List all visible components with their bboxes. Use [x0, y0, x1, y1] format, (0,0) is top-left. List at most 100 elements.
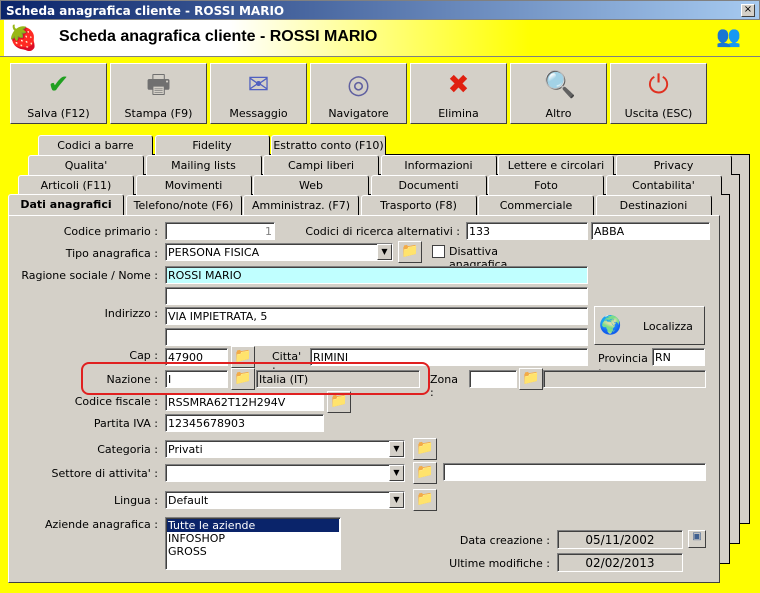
- ragione-sociale-label: Ragione sociale / Nome :: [21, 269, 158, 282]
- indirizzo-2-input[interactable]: [165, 328, 588, 346]
- codice-alternativo-1-input[interactable]: 133: [466, 222, 588, 240]
- check-icon: ✔: [47, 70, 70, 100]
- tab-fidelity[interactable]: Fidelity: [154, 135, 270, 155]
- zona-description: [543, 370, 706, 388]
- power-icon: ⏻: [648, 70, 669, 100]
- tab-articoli-f11[interactable]: Articoli (F11): [18, 175, 134, 195]
- tab-destinazioni[interactable]: Destinazioni: [595, 195, 712, 215]
- folder-lookup-button[interactable]: 📁: [413, 489, 437, 511]
- ragione-sociale-2-input[interactable]: [165, 287, 588, 305]
- tab-web[interactable]: Web: [253, 175, 369, 195]
- cap-label: Cap :: [129, 349, 158, 362]
- tab-movimenti[interactable]: Movimenti: [135, 175, 252, 195]
- highlight-annotation: [81, 362, 430, 395]
- chevron-down-icon[interactable]: ▼: [389, 492, 404, 508]
- tab-amministraz-f7[interactable]: Amministraz. (F7): [243, 195, 359, 215]
- printer-icon: 🖶: [146, 70, 171, 100]
- lingua-label: Lingua :: [113, 494, 158, 507]
- lingua-value: Default: [168, 494, 209, 507]
- localizza-button[interactable]: 🌍 Localizza: [594, 306, 705, 345]
- tab-mailing-lists[interactable]: Mailing lists: [145, 155, 262, 175]
- settore-select[interactable]: ▼: [165, 464, 405, 482]
- folder-lookup-button[interactable]: 📁: [413, 438, 437, 460]
- toolbar-button-messaggio[interactable]: ✉ Messaggio: [210, 63, 307, 124]
- chevron-down-icon[interactable]: ▼: [377, 244, 392, 260]
- toolbar-button-label: Uscita (ESC): [624, 107, 693, 120]
- provincia-input[interactable]: RN: [652, 348, 705, 366]
- toolbar-button-label: Navigatore: [328, 107, 389, 120]
- toolbar-button-altro[interactable]: 🔍 Altro: [510, 63, 607, 124]
- toolbar-button-label: Altro: [545, 107, 572, 120]
- aziende-label: Aziende anagrafica :: [45, 518, 158, 531]
- codice-fiscale-input[interactable]: RSSMRA62T12H294V: [165, 393, 324, 411]
- toolbar-button-salva[interactable]: ✔ Salva (F12): [10, 63, 107, 124]
- history-lookup-icon[interactable]: ▣: [688, 530, 706, 548]
- ragione-sociale-input[interactable]: ROSSI MARIO: [165, 266, 588, 284]
- tab-informazioni[interactable]: Informazioni: [380, 155, 497, 175]
- categoria-select[interactable]: Privati ▼: [165, 440, 405, 458]
- codice-fiscale-label: Codice fiscale :: [74, 395, 158, 408]
- categoria-label: Categoria :: [97, 443, 158, 456]
- globe-pin-icon: 🌍: [599, 315, 622, 336]
- tab-documenti[interactable]: Documenti: [370, 175, 487, 195]
- magnifier-icon: 🔍: [543, 70, 576, 100]
- data-creazione-value: 05/11/2002: [557, 530, 683, 549]
- tab-codici-a-barre[interactable]: Codici a barre: [38, 135, 153, 155]
- tab-trasporto-f8[interactable]: Trasporto (F8): [360, 195, 477, 215]
- folder-lookup-button[interactable]: 📁: [398, 241, 422, 263]
- toolbar-button-stampa[interactable]: 🖶 Stampa (F9): [110, 63, 207, 124]
- data-creazione-label: Data creazione :: [459, 534, 550, 547]
- list-item[interactable]: INFOSHOP: [167, 532, 339, 545]
- aziende-listbox[interactable]: Tutte le aziende INFOSHOP GROSS: [165, 517, 341, 570]
- codice-primario-label: Codice primario :: [63, 225, 158, 238]
- compass-icon: ◎: [347, 70, 370, 100]
- ultime-modifiche-value: 02/02/2013: [557, 553, 683, 572]
- disattiva-checkbox[interactable]: [432, 245, 445, 258]
- tab-privacy[interactable]: Privacy: [615, 155, 732, 175]
- envelope-icon: ✉: [247, 70, 270, 100]
- tab-lettere-e-circolari[interactable]: Lettere e circolari: [498, 155, 614, 175]
- tab-commerciale[interactable]: Commerciale: [478, 195, 594, 215]
- zona-input[interactable]: [469, 370, 517, 388]
- codici-alternativi-label: Codici di ricerca alternativi :: [305, 225, 460, 238]
- partita-iva-input[interactable]: 12345678903: [165, 414, 324, 432]
- ultime-modifiche-label: Ultime modifiche :: [449, 557, 550, 570]
- indirizzo-label: Indirizzo :: [104, 307, 158, 320]
- toolbar-button-elimina[interactable]: ✖ Elimina: [410, 63, 507, 124]
- tipo-anagrafica-select[interactable]: PERSONA FISICA ▼: [165, 243, 393, 261]
- folder-lookup-button[interactable]: 📁: [519, 368, 543, 390]
- tipo-anagrafica-value: PERSONA FISICA: [168, 246, 260, 259]
- codice-alternativo-2-input[interactable]: ABBA: [591, 222, 710, 240]
- tab-qualita[interactable]: Qualita': [28, 155, 144, 175]
- toolbar-button-label: Elimina: [438, 107, 479, 120]
- close-button[interactable]: ×: [741, 4, 755, 17]
- header-banner: 🍓 Scheda anagrafica cliente - ROSSI MARI…: [4, 20, 756, 57]
- delete-x-icon: ✖: [447, 70, 470, 100]
- list-item[interactable]: Tutte le aziende: [167, 519, 339, 532]
- chevron-down-icon[interactable]: ▼: [389, 441, 404, 457]
- tab-telefono-note-f6[interactable]: Telefono/note (F6): [125, 195, 242, 215]
- strawberry-logo-icon: 🍓: [8, 24, 38, 52]
- folder-lookup-button[interactable]: 📁: [413, 462, 437, 484]
- toolbar-button-uscita[interactable]: ⏻ Uscita (ESC): [610, 63, 707, 124]
- lingua-select[interactable]: Default ▼: [165, 491, 405, 509]
- tab-dati-anagrafici-f5[interactable]: Dati anagrafici (F5): [8, 194, 124, 230]
- categoria-value: Privati: [168, 443, 203, 456]
- toolbar-button-label: Salva (F12): [27, 107, 90, 120]
- toolbar-button-navigatore[interactable]: ◎ Navigatore: [310, 63, 407, 124]
- chevron-down-icon[interactable]: ▼: [389, 465, 404, 481]
- localizza-label: Localizza: [643, 320, 693, 333]
- list-item[interactable]: GROSS: [167, 545, 339, 558]
- window-title-bar: Scheda anagrafica cliente - ROSSI MARIO: [0, 0, 760, 20]
- codice-primario-input[interactable]: 1: [165, 222, 275, 240]
- zona-label: Zona :: [430, 373, 458, 399]
- tab-campi-liberi[interactable]: Campi liberi: [263, 155, 379, 175]
- tab-contabilita[interactable]: Contabilita': [605, 175, 722, 195]
- tab-estratto-conto-f10[interactable]: Estratto conto (F10): [271, 135, 386, 155]
- tab-foto[interactable]: Foto: [488, 175, 604, 195]
- settore-description-input[interactable]: [443, 463, 706, 481]
- indirizzo-input[interactable]: VIA IMPIETRATA, 5: [165, 307, 588, 325]
- tipo-anagrafica-label: Tipo anagrafica :: [65, 247, 158, 260]
- window-title: Scheda anagrafica cliente - ROSSI MARIO: [6, 4, 285, 18]
- partita-iva-label: Partita IVA :: [93, 417, 158, 430]
